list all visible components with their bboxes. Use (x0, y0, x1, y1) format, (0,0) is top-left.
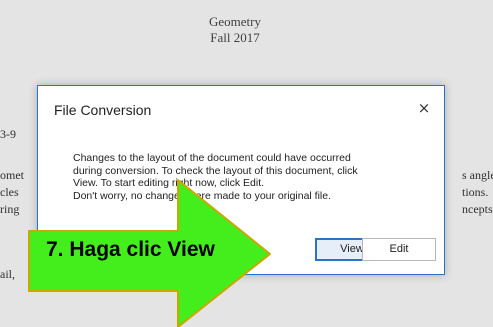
annotation-label: 7. Haga clic View (46, 238, 215, 261)
annotation-arrow (28, 179, 271, 327)
